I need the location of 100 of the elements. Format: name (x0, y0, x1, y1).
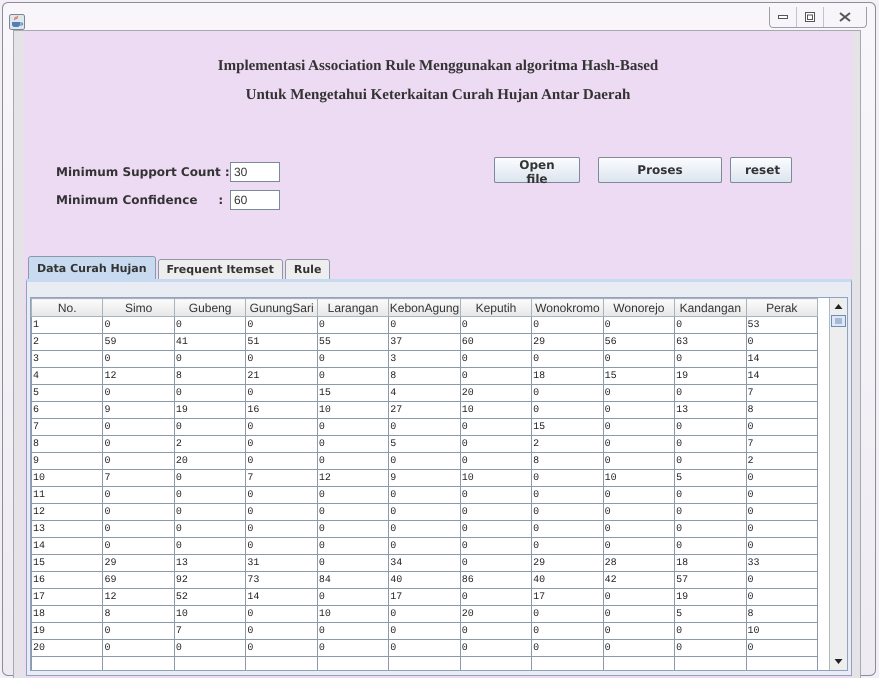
table-cell: 0 (674, 384, 746, 402)
table-cell: 29 (532, 554, 604, 572)
table-cell: 0 (102, 486, 174, 504)
column-header[interactable]: No. (32, 298, 103, 316)
column-header[interactable]: Larangan (317, 298, 389, 316)
table-cell: 21 (246, 368, 318, 384)
column-header[interactable]: Wonokromo (532, 298, 604, 316)
table-cell: 17 (532, 588, 604, 606)
column-header[interactable]: KebonAgung (388, 298, 460, 316)
table-cell: 0 (246, 606, 318, 622)
table-cell: 0 (388, 520, 460, 538)
table-cell: 0 (102, 316, 174, 334)
heading-line: Untuk Mengetahui Keterkaitan Curah Hujan Antar Daerah (244, 86, 632, 105)
table-cell: 5 (388, 436, 460, 452)
table-cell: 12 (102, 588, 174, 606)
input-field[interactable]: 60 (230, 190, 280, 210)
table-cell: 0 (317, 588, 389, 606)
table-cell: 19 (674, 368, 746, 384)
table-cell: 0 (603, 316, 675, 334)
table-cell: 0 (102, 520, 174, 538)
table-cell: 0 (317, 538, 389, 554)
table-cell: 0 (102, 640, 174, 656)
close-icon[interactable] (839, 12, 851, 22)
table-cell: 0 (102, 384, 174, 402)
table-cell: 0 (317, 520, 389, 538)
table-cell: 0 (603, 418, 675, 436)
table-cell: 7 (746, 436, 818, 452)
table-cell: 0 (102, 622, 174, 640)
table-cell: 18 (32, 606, 103, 622)
table-cell: 8 (388, 368, 460, 384)
table-cell: 0 (603, 520, 675, 538)
table-cell: 12 (32, 504, 103, 520)
table-cell: 16 (32, 572, 103, 588)
table-cell: 0 (246, 384, 318, 402)
table-cell: 0 (532, 606, 604, 622)
table-cell: 3 (32, 350, 103, 368)
table-cell: 0 (603, 504, 675, 520)
table-cell: 34 (388, 554, 460, 572)
table-cell: 0 (460, 350, 532, 368)
table-cell: 0 (603, 486, 675, 504)
open-file-button[interactable]: Open file (494, 157, 580, 183)
table-cell: 40 (532, 572, 604, 588)
table-cell: 20 (32, 640, 103, 656)
tab[interactable]: Data Curah Hujan (28, 256, 156, 279)
table-cell: 8 (174, 368, 246, 384)
table-cell: 15 (32, 554, 103, 572)
tab[interactable]: Rule (284, 259, 330, 279)
table-cell: 0 (674, 436, 746, 452)
table-cell: 4 (388, 384, 460, 402)
table-cell: 37 (388, 334, 460, 350)
table-cell: 28 (603, 554, 675, 572)
process-button[interactable]: Proses (598, 157, 722, 183)
scrollbar[interactable] (829, 298, 847, 670)
table-cell: 19 (32, 622, 103, 640)
table-cell: 41 (174, 334, 246, 350)
input-field[interactable]: 30 (230, 162, 280, 182)
table-cell: 0 (317, 640, 389, 656)
column-header[interactable]: GunungSari (246, 298, 318, 316)
column-header[interactable]: Perak (746, 298, 818, 316)
column-header[interactable]: Kandangan (674, 298, 746, 316)
table-cell: 8 (746, 606, 818, 622)
table-cell: 0 (460, 316, 532, 334)
column-header[interactable]: Gubeng (174, 298, 246, 316)
table-cell: 19 (674, 588, 746, 606)
table-cell: 20 (460, 384, 532, 402)
table-cell: 0 (603, 452, 675, 470)
table-cell: 9 (102, 402, 174, 418)
table-cell: 2 (174, 436, 246, 452)
field-label: Minimum Support Count : (56, 165, 230, 179)
table-cell: 0 (674, 538, 746, 554)
table-cell: 10 (317, 402, 389, 418)
tab[interactable]: Frequent Itemset (158, 259, 283, 279)
table-cell: 0 (532, 350, 604, 368)
column-header[interactable]: Keputih (460, 298, 532, 316)
reset-button[interactable]: reset (730, 157, 792, 183)
table-cell: 0 (746, 588, 818, 606)
table-cell: 9 (32, 452, 103, 470)
table-cell: 92 (174, 572, 246, 588)
table-cell: 0 (460, 640, 532, 656)
minimize-icon[interactable] (778, 15, 788, 19)
table-cell: 6 (32, 402, 103, 418)
table-cell: 0 (388, 418, 460, 436)
column-header[interactable]: Wonorejo (603, 298, 675, 316)
table-cell: 0 (174, 538, 246, 554)
column-header[interactable]: Simo (102, 298, 174, 316)
scroll-thumb[interactable] (831, 315, 846, 327)
table-cell: 0 (102, 504, 174, 520)
table-cell: 19 (174, 402, 246, 418)
table-cell: 7 (102, 470, 174, 486)
table-cell: 0 (174, 418, 246, 436)
table-cell: 10 (603, 470, 675, 486)
table-cell: 0 (460, 554, 532, 572)
table-cell: 0 (532, 520, 604, 538)
table-cell: 0 (460, 622, 532, 640)
table-cell: 0 (746, 520, 818, 538)
table-cell: 10 (746, 622, 818, 640)
table-cell: 0 (532, 402, 604, 418)
maximize-icon[interactable] (805, 12, 815, 22)
table-cell: 27 (388, 402, 460, 418)
table-cell: 0 (674, 504, 746, 520)
